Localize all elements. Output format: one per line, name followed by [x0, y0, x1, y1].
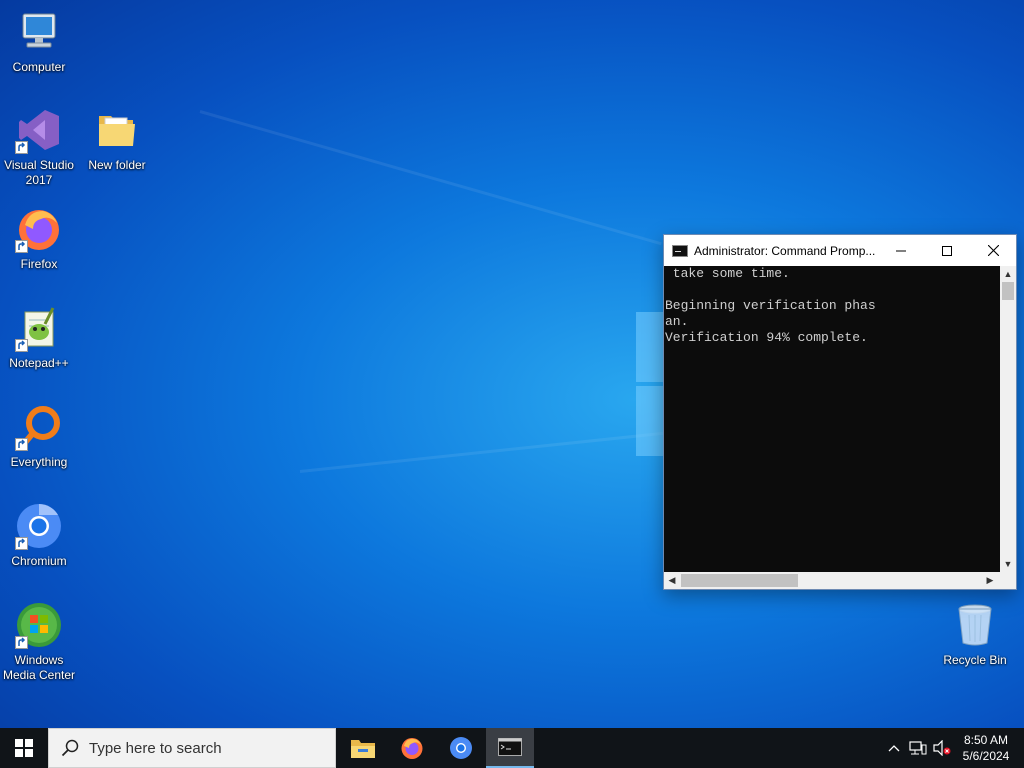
firefox-icon — [401, 738, 423, 759]
desktop-icon-label: Recycle Bin — [943, 653, 1007, 667]
maximize-button[interactable] — [924, 235, 970, 266]
taskbar-file-explorer[interactable] — [339, 728, 387, 768]
chromium-icon — [15, 502, 63, 550]
scroll-down-icon[interactable]: ▼ — [1000, 556, 1016, 572]
minimize-button[interactable] — [878, 235, 924, 266]
command-prompt-window[interactable]: Administrator: Command Promp... take som… — [663, 234, 1017, 590]
horizontal-scroll-thumb[interactable] — [681, 574, 798, 587]
taskbar-clock[interactable]: 8:50 AM 5/6/2024 — [955, 728, 1017, 768]
notepad-plus-plus-icon — [15, 304, 63, 352]
desktop-icon-label: Visual Studio 2017 — [4, 158, 74, 187]
window-title: Administrator: Command Promp... — [694, 243, 876, 258]
window-titlebar[interactable]: Administrator: Command Promp... — [664, 235, 1016, 266]
start-button[interactable] — [0, 728, 48, 768]
close-icon — [987, 245, 999, 256]
console-area[interactable]: take some time. Beginning verification p… — [664, 266, 1000, 572]
folder-icon — [93, 106, 141, 154]
console-output: take some time. Beginning verification p… — [665, 266, 876, 345]
shortcut-arrow-icon — [15, 240, 28, 253]
desktop-icon-recycle-bin[interactable]: Recycle Bin — [936, 601, 1014, 668]
computer-icon — [15, 8, 63, 56]
desktop-icon-firefox[interactable]: Firefox — [0, 205, 78, 272]
network-status-button[interactable] — [906, 728, 930, 768]
shortcut-arrow-icon — [15, 438, 28, 451]
taskbar-search-box[interactable] — [48, 728, 336, 768]
clock-date: 5/6/2024 — [962, 749, 1010, 763]
vertical-scrollbar[interactable]: ▲ ▼ — [1000, 266, 1016, 572]
desktop-icon-windows-media-center[interactable]: Windows Media Center — [0, 601, 78, 683]
everything-search-icon — [15, 403, 63, 451]
desktop-icon-chromium[interactable]: Chromium — [0, 502, 78, 569]
windows-media-center-icon — [15, 601, 63, 649]
shortcut-arrow-icon — [15, 636, 28, 649]
recycle-bin-icon — [951, 601, 999, 649]
volume-muted-icon — [933, 740, 951, 756]
desktop-icon-label: Firefox — [20, 257, 58, 271]
visual-studio-icon — [15, 106, 63, 154]
chromium-icon — [450, 737, 472, 759]
desktop-icon-notepad-plus-plus[interactable]: Notepad++ — [0, 304, 78, 371]
firefox-icon — [15, 205, 63, 253]
desktop-icon-label: New folder — [88, 158, 146, 172]
desktop-icon-label: Computer — [12, 60, 66, 74]
taskbar: 8:50 AM 5/6/2024 — [0, 728, 1024, 768]
scroll-left-icon[interactable]: ◀ — [664, 572, 680, 588]
desktop-icon-everything[interactable]: Everything — [0, 403, 78, 470]
taskbar-firefox[interactable] — [388, 728, 436, 768]
minimize-icon — [896, 250, 906, 251]
vertical-scroll-thumb[interactable] — [1002, 282, 1014, 300]
taskbar-command-prompt[interactable] — [486, 728, 534, 768]
desktop-icon-label: Everything — [10, 455, 68, 469]
shortcut-arrow-icon — [15, 537, 28, 550]
scroll-up-icon[interactable]: ▲ — [1000, 266, 1016, 282]
command-prompt-icon — [498, 738, 522, 756]
wallpaper-ray — [299, 430, 679, 473]
desktop-icon-new-folder[interactable]: New folder — [78, 106, 156, 173]
file-explorer-icon — [351, 740, 375, 758]
desktop-icon-computer[interactable]: Computer — [0, 8, 78, 75]
shortcut-arrow-icon — [15, 141, 28, 154]
command-prompt-icon — [672, 244, 688, 257]
desktop-icon-visual-studio[interactable]: Visual Studio 2017 — [0, 106, 78, 188]
search-icon — [61, 739, 79, 757]
network-icon — [909, 741, 927, 755]
shortcut-arrow-icon — [15, 339, 28, 352]
taskbar-chromium[interactable] — [437, 728, 485, 768]
search-input[interactable] — [89, 739, 319, 757]
scroll-right-icon[interactable]: ▶ — [982, 572, 998, 588]
show-hidden-icons-button[interactable] — [884, 728, 904, 768]
close-button[interactable] — [970, 235, 1016, 266]
volume-button[interactable] — [930, 728, 954, 768]
chevron-up-icon — [888, 745, 900, 752]
horizontal-scrollbar[interactable]: ◀ ▶ — [664, 572, 1016, 589]
desktop-icon-label: Notepad++ — [9, 356, 69, 370]
clock-time: 8:50 AM — [963, 733, 1009, 747]
maximize-icon — [942, 245, 952, 256]
desktop-icon-label: Chromium — [11, 554, 67, 568]
wallpaper-ray — [199, 110, 662, 246]
desktop-icon-label: Windows Media Center — [2, 653, 76, 682]
desktop: Computer Visual Studio 2017 New folder F… — [0, 0, 1024, 728]
windows-start-icon — [15, 739, 33, 757]
